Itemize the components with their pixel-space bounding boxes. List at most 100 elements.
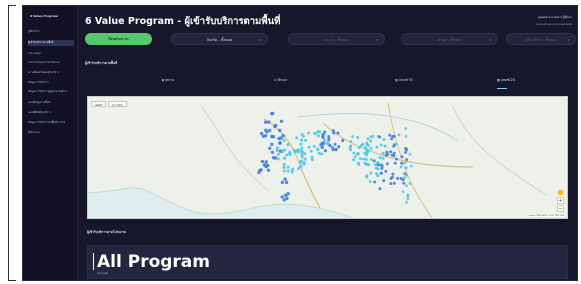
- sidebar-item-remote[interactable]: ข้อมูลการให้บริการในพื้นที่ห่างไกล: [28, 120, 74, 126]
- location-marker[interactable]: [364, 162, 368, 166]
- location-marker[interactable]: [268, 128, 272, 133]
- location-marker[interactable]: [278, 141, 282, 145]
- location-marker[interactable]: [404, 135, 408, 138]
- location-marker[interactable]: [267, 120, 271, 124]
- location-marker[interactable]: [403, 150, 407, 154]
- sidebar-item-summary[interactable]: รายงานสรุป: [28, 51, 74, 57]
- location-marker[interactable]: [405, 174, 409, 177]
- location-marker[interactable]: [327, 137, 331, 141]
- location-marker[interactable]: [300, 146, 304, 150]
- location-marker[interactable]: [323, 149, 327, 153]
- sidebar-item-area-service[interactable]: ผู้เข้ารับบริการตามพื้นที่: [28, 40, 74, 46]
- location-marker[interactable]: [309, 149, 313, 153]
- location-marker[interactable]: [349, 144, 353, 148]
- location-marker[interactable]: [392, 181, 396, 185]
- sidebar-item-service-data[interactable]: ข้อมูลการให้บริการ: [28, 80, 74, 86]
- location-marker[interactable]: [357, 163, 361, 167]
- location-marker[interactable]: [369, 139, 373, 143]
- location-marker[interactable]: [383, 144, 387, 148]
- location-marker[interactable]: [384, 153, 388, 157]
- location-marker[interactable]: [303, 152, 307, 156]
- location-marker[interactable]: [400, 155, 404, 159]
- location-marker[interactable]: [400, 161, 404, 165]
- location-marker[interactable]: [369, 171, 373, 175]
- location-marker[interactable]: [307, 131, 311, 135]
- sidebar-item-location-map[interactable]: แผนที่พิกัดผู้รับบริการ: [28, 110, 74, 116]
- zoom-out-button[interactable]: −: [557, 205, 564, 212]
- location-marker[interactable]: [286, 169, 290, 173]
- service-map[interactable]: แผนที่ ดาวเทียม + − Google ข้อมูลแผนที่ …: [87, 96, 568, 219]
- location-marker[interactable]: [385, 150, 389, 154]
- location-marker[interactable]: [263, 120, 268, 124]
- location-marker[interactable]: [376, 163, 380, 167]
- location-marker[interactable]: [286, 165, 290, 169]
- location-marker[interactable]: [364, 158, 368, 161]
- location-marker[interactable]: [365, 175, 369, 179]
- sidebar-item-area-map[interactable]: แผนที่ข้อมูลรายพื้นที่: [28, 100, 74, 106]
- location-marker[interactable]: [312, 144, 316, 148]
- location-marker[interactable]: [349, 140, 353, 144]
- location-marker[interactable]: [392, 154, 396, 158]
- location-marker[interactable]: [278, 128, 282, 133]
- location-marker[interactable]: [396, 176, 399, 180]
- location-marker[interactable]: [378, 156, 382, 159]
- location-marker[interactable]: [282, 138, 286, 142]
- location-marker[interactable]: [320, 143, 324, 147]
- location-marker[interactable]: [408, 182, 412, 185]
- location-marker[interactable]: [270, 134, 274, 139]
- location-marker[interactable]: [405, 166, 408, 170]
- location-marker[interactable]: [331, 148, 335, 152]
- location-marker[interactable]: [323, 138, 327, 142]
- location-marker[interactable]: [373, 180, 377, 184]
- fiscal-year-chip[interactable]: ปีงบประมาณ: [85, 33, 152, 45]
- location-marker[interactable]: [323, 130, 327, 134]
- location-marker[interactable]: [285, 153, 289, 157]
- map-canvas[interactable]: [88, 97, 568, 219]
- location-marker[interactable]: [260, 159, 265, 164]
- location-marker[interactable]: [393, 161, 397, 165]
- location-marker[interactable]: [401, 190, 405, 194]
- location-marker[interactable]: [378, 187, 382, 191]
- location-marker[interactable]: [282, 165, 286, 169]
- location-marker[interactable]: [321, 135, 325, 139]
- map-view-button[interactable]: แผนที่: [91, 101, 106, 107]
- location-marker[interactable]: [406, 194, 410, 198]
- location-marker[interactable]: [389, 182, 393, 186]
- location-marker[interactable]: [301, 134, 305, 138]
- location-marker[interactable]: [381, 151, 385, 155]
- location-marker[interactable]: [280, 195, 284, 199]
- location-marker[interactable]: [270, 142, 274, 146]
- location-marker[interactable]: [365, 151, 369, 154]
- location-marker[interactable]: [299, 138, 304, 142]
- location-marker[interactable]: [341, 139, 345, 143]
- location-marker[interactable]: [369, 135, 373, 139]
- district-select[interactable]: อำเภอ - ทั้งหมด ▾: [288, 33, 385, 45]
- location-marker[interactable]: [403, 176, 406, 180]
- location-marker[interactable]: [390, 137, 394, 141]
- location-marker[interactable]: [264, 128, 268, 132]
- location-marker[interactable]: [405, 200, 408, 204]
- location-marker[interactable]: [359, 157, 362, 161]
- location-marker[interactable]: [337, 145, 341, 149]
- location-marker[interactable]: [389, 150, 393, 154]
- location-marker[interactable]: [379, 171, 383, 175]
- location-marker[interactable]: [317, 134, 320, 138]
- location-marker[interactable]: [388, 133, 392, 137]
- location-marker[interactable]: [403, 161, 407, 165]
- location-marker[interactable]: [296, 150, 300, 154]
- location-marker[interactable]: [409, 164, 413, 168]
- location-marker[interactable]: [328, 144, 332, 148]
- location-marker[interactable]: [270, 150, 275, 154]
- location-marker[interactable]: [334, 148, 338, 152]
- location-marker[interactable]: [284, 180, 289, 185]
- location-marker[interactable]: [299, 142, 303, 146]
- location-marker[interactable]: [399, 165, 403, 169]
- location-marker[interactable]: [352, 158, 356, 162]
- satellite-view-button[interactable]: ดาวเทียม: [108, 101, 127, 107]
- location-marker[interactable]: [259, 168, 263, 172]
- location-marker[interactable]: [362, 157, 366, 161]
- location-marker[interactable]: [373, 163, 377, 167]
- location-marker[interactable]: [404, 147, 408, 150]
- location-marker[interactable]: [283, 148, 287, 152]
- location-marker[interactable]: [316, 147, 320, 151]
